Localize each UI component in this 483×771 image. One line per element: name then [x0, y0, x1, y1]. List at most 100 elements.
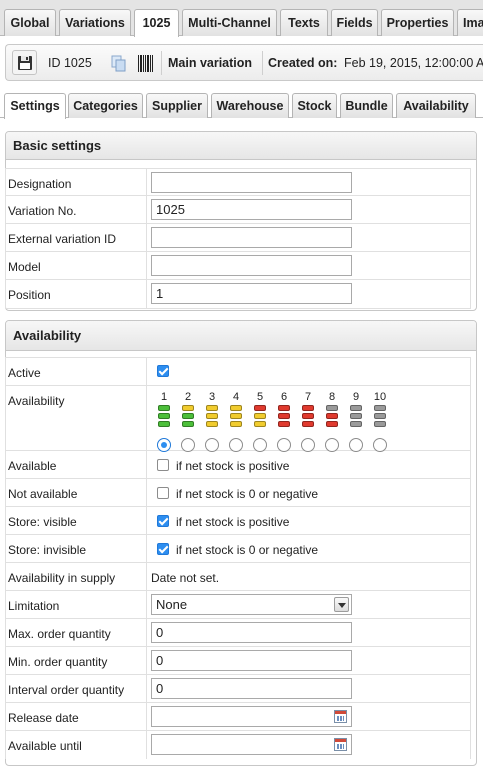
interval-order-quantity-input[interactable]: 0 [151, 678, 352, 699]
row-divider [146, 224, 147, 251]
availability-in-supply-row: Availability in supply Date not set. [5, 563, 470, 591]
variation-no-row: Variation No. 1025 [5, 196, 470, 224]
availability-radio[interactable] [325, 438, 339, 452]
not-available-checkbox[interactable] [157, 487, 169, 499]
row-divider [146, 196, 147, 223]
tab-variations[interactable]: Variations [59, 9, 131, 36]
availability-bar [158, 413, 170, 419]
availability-level-number: 4 [232, 391, 240, 403]
row-divider [146, 591, 147, 618]
copy-button[interactable] [105, 50, 130, 75]
tab-fields[interactable]: Fields [331, 9, 378, 36]
availability-level-number: 6 [280, 391, 288, 403]
max-order-quantity-input[interactable]: 0 [151, 622, 352, 643]
store-visible-label: Store: visible [8, 515, 77, 529]
tab-texts[interactable]: Texts [280, 9, 328, 36]
availability-bar [230, 413, 242, 419]
availability-level-number: 2 [184, 391, 192, 403]
tab-variation-1025[interactable]: 1025 [134, 9, 179, 37]
availability-title: Availability [6, 321, 476, 351]
barcode-icon [138, 55, 153, 72]
active-checkbox[interactable] [157, 365, 169, 377]
availability-bar [254, 413, 266, 419]
availability-bar [182, 421, 194, 427]
not-available-rule-text: if net stock is 0 or negative [176, 487, 319, 501]
calendar-icon[interactable] [334, 738, 347, 751]
availability-bar [374, 421, 386, 427]
availability-bar [326, 413, 338, 419]
store-visible-checkbox[interactable] [157, 515, 169, 527]
availability-bar [350, 421, 362, 427]
availability-radio[interactable] [277, 438, 291, 452]
row-divider [146, 703, 147, 730]
release-date-input[interactable] [151, 706, 352, 727]
tab-warehouse[interactable]: Warehouse [211, 93, 289, 118]
tab-properties[interactable]: Properties [381, 9, 454, 36]
row-divider [146, 358, 147, 385]
model-input[interactable] [151, 255, 352, 276]
availability-bar [302, 413, 314, 419]
availability-bar [182, 413, 194, 419]
tab-supplier[interactable]: Supplier [146, 93, 208, 118]
availability-radio[interactable] [349, 438, 363, 452]
limitation-row: Limitation None [5, 591, 470, 619]
availability-radio[interactable] [157, 438, 171, 452]
availability-bar [254, 421, 266, 427]
availability-radio[interactable] [301, 438, 315, 452]
availability-bar [278, 421, 290, 427]
availability-radio[interactable] [229, 438, 243, 452]
limitation-select[interactable]: None [151, 594, 352, 615]
variation-toolbar: ID 1025 Main variation Created on: Feb 1… [5, 44, 483, 81]
availability-in-supply-label: Availability in supply [8, 571, 116, 585]
availability-bar [158, 405, 170, 411]
tab-multi-channel[interactable]: Multi-Channel [182, 9, 277, 36]
availability-label: Availability [8, 394, 65, 408]
release-date-row: Release date [5, 703, 470, 731]
variation-no-input[interactable]: 1025 [151, 199, 352, 220]
not-available-label: Not available [8, 487, 78, 501]
tab-stock[interactable]: Stock [292, 93, 337, 118]
available-checkbox[interactable] [157, 459, 169, 471]
store-visible-rule-text: if net stock is positive [176, 515, 290, 529]
chevron-down-icon[interactable] [334, 597, 349, 612]
designation-label: Designation [8, 177, 72, 191]
availability-radio[interactable] [253, 438, 267, 452]
save-button[interactable] [12, 50, 37, 75]
availability-bar [350, 405, 362, 411]
position-label: Position [8, 288, 51, 302]
available-until-label: Available until [8, 739, 82, 753]
tab-categories[interactable]: Categories [68, 93, 143, 118]
availability-bar [206, 413, 218, 419]
tab-global[interactable]: Global [4, 9, 56, 36]
floppy-disk-icon [18, 56, 32, 70]
position-input[interactable]: 1 [151, 283, 352, 304]
tab-bundle[interactable]: Bundle [340, 93, 393, 118]
designation-input[interactable] [151, 172, 352, 193]
availability-bar [350, 413, 362, 419]
top-tab-bar: Global Variations 1025 Multi-Channel Tex… [0, 0, 483, 37]
external-variation-id-input[interactable] [151, 227, 352, 248]
row-divider [146, 169, 147, 195]
availability-level-number: 5 [256, 391, 264, 403]
tab-images[interactable]: Ima [457, 9, 483, 36]
barcode-button[interactable] [132, 50, 157, 75]
row-divider [146, 619, 147, 646]
available-until-input[interactable] [151, 734, 352, 755]
availability-level-number: 1 [160, 391, 168, 403]
tab-availability[interactable]: Availability [396, 93, 476, 118]
active-label: Active [8, 366, 41, 380]
min-order-quantity-input[interactable]: 0 [151, 650, 352, 671]
store-invisible-checkbox[interactable] [157, 543, 169, 555]
tab-settings[interactable]: Settings [4, 93, 66, 119]
availability-radio[interactable] [373, 438, 387, 452]
availability-bar [374, 413, 386, 419]
max-order-quantity-row: Max. order quantity 0 [5, 619, 470, 647]
availability-level-number: 10 [373, 391, 387, 403]
availability-radio[interactable] [205, 438, 219, 452]
max-order-quantity-label: Max. order quantity [8, 627, 111, 641]
available-until-row: Available until [5, 731, 470, 759]
basic-settings-title: Basic settings [6, 132, 476, 160]
grid-line [470, 168, 471, 309]
availability-radio[interactable] [181, 438, 195, 452]
calendar-icon[interactable] [334, 710, 347, 723]
